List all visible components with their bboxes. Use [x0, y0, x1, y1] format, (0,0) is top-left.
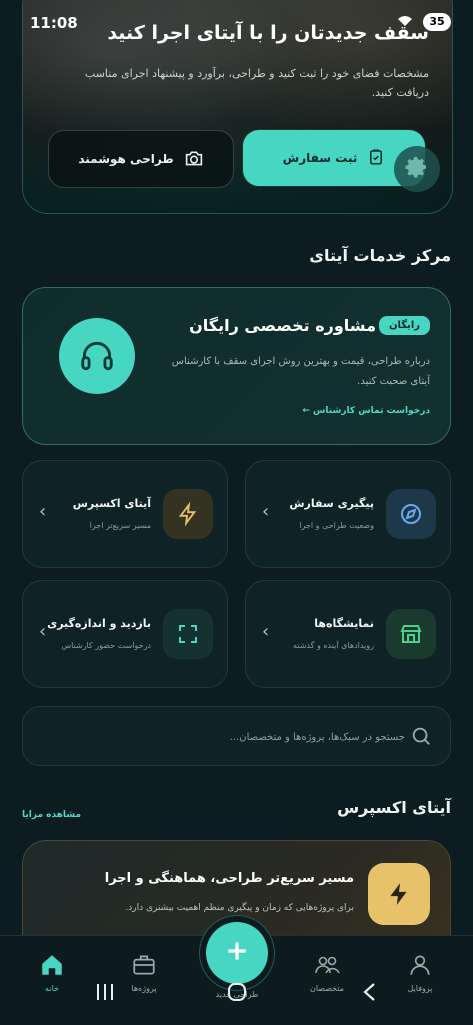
exhibitions-title: نمایشگاه‌ها: [314, 617, 374, 630]
free-consult-card[interactable]: رایگان مشاوره تخصصی رایگان درباره طراحی،…: [22, 287, 451, 445]
home-system-icon[interactable]: [226, 981, 248, 1007]
exhibitions-card[interactable]: نمایشگاه‌ها رویدادهای آینده و گذشته ‹: [245, 580, 451, 688]
chevron-left-icon: ‹: [39, 621, 47, 642]
order-tracking-card[interactable]: پیگیری سفارش وضعیت طراحی و اجرا ‹: [245, 460, 451, 568]
status-time: 11:08: [30, 14, 78, 32]
recents-icon[interactable]: [94, 981, 116, 1007]
search-bar[interactable]: [22, 706, 451, 766]
scan-icon: [163, 609, 213, 659]
system-nav-bar: [0, 975, 473, 1024]
smart-design-label: طراحی هوشمند: [78, 152, 174, 166]
express-subtitle: مسیر سریع‌تر اجرا: [89, 521, 151, 530]
request-call-link[interactable]: درخواست تماس کارشناس ←: [302, 406, 430, 416]
services-section-title: مرکز خدمات آیتای: [309, 246, 451, 265]
visit-measure-title: بازدید و اندازه‌گیری: [47, 617, 151, 630]
visit-measure-card[interactable]: بازدید و اندازه‌گیری درخواست حضور کارشنا…: [22, 580, 228, 688]
store-icon: [386, 609, 436, 659]
see-benefits-link[interactable]: مشاهده مزایا: [22, 810, 81, 820]
chevron-left-icon: ‹: [39, 501, 47, 522]
free-badge: رایگان: [378, 316, 430, 335]
express-promo-subtitle: برای پروژه‌هایی که زمان و پیگیری منظم اه…: [125, 903, 354, 913]
lightning-icon: [368, 863, 430, 925]
express-section-title: آیتای اکسپرس: [337, 798, 451, 817]
consult-description: درباره طراحی، قیمت و بهترین روش اجرای سق…: [171, 356, 430, 387]
lightning-icon: [163, 489, 213, 539]
camera-icon: [184, 149, 204, 170]
headphones-icon: [59, 318, 135, 394]
navigation-icon: [386, 489, 436, 539]
hero-title: سقف جدیدتان را با آیتای اجرا کنید: [107, 22, 429, 44]
search-icon: [410, 725, 432, 751]
express-title: آیتای اکسپرس: [72, 497, 151, 510]
back-icon[interactable]: [360, 981, 380, 1007]
hero-description: مشخصات فضای خود را ثبت کنید و طراحی، برآ…: [84, 67, 429, 99]
order-tracking-title: پیگیری سفارش: [289, 497, 374, 510]
search-input[interactable]: [83, 725, 407, 749]
smart-design-button[interactable]: طراحی هوشمند: [48, 130, 234, 188]
order-tracking-subtitle: وضعیت طراحی و اجرا: [299, 521, 374, 530]
chevron-left-icon: ‹: [262, 621, 270, 642]
visit-measure-subtitle: درخواست حضور کارشناس: [61, 641, 151, 650]
order-button-label: ثبت سفارش: [282, 151, 358, 165]
express-promo-title: مسیر سریع‌تر طراحی، هماهنگی و اجرا: [104, 871, 354, 886]
gear-icon: [405, 155, 429, 183]
express-card[interactable]: آیتای اکسپرس مسیر سریع‌تر اجرا ‹: [22, 460, 228, 568]
exhibitions-subtitle: رویدادهای آینده و گذشته: [292, 641, 374, 650]
chevron-left-icon: ‹: [262, 501, 270, 522]
settings-button[interactable]: [394, 146, 440, 192]
plus-icon: [224, 938, 250, 968]
clipboard-check-icon: [367, 148, 385, 169]
consult-title: مشاوره تخصصی رایگان: [189, 316, 376, 335]
